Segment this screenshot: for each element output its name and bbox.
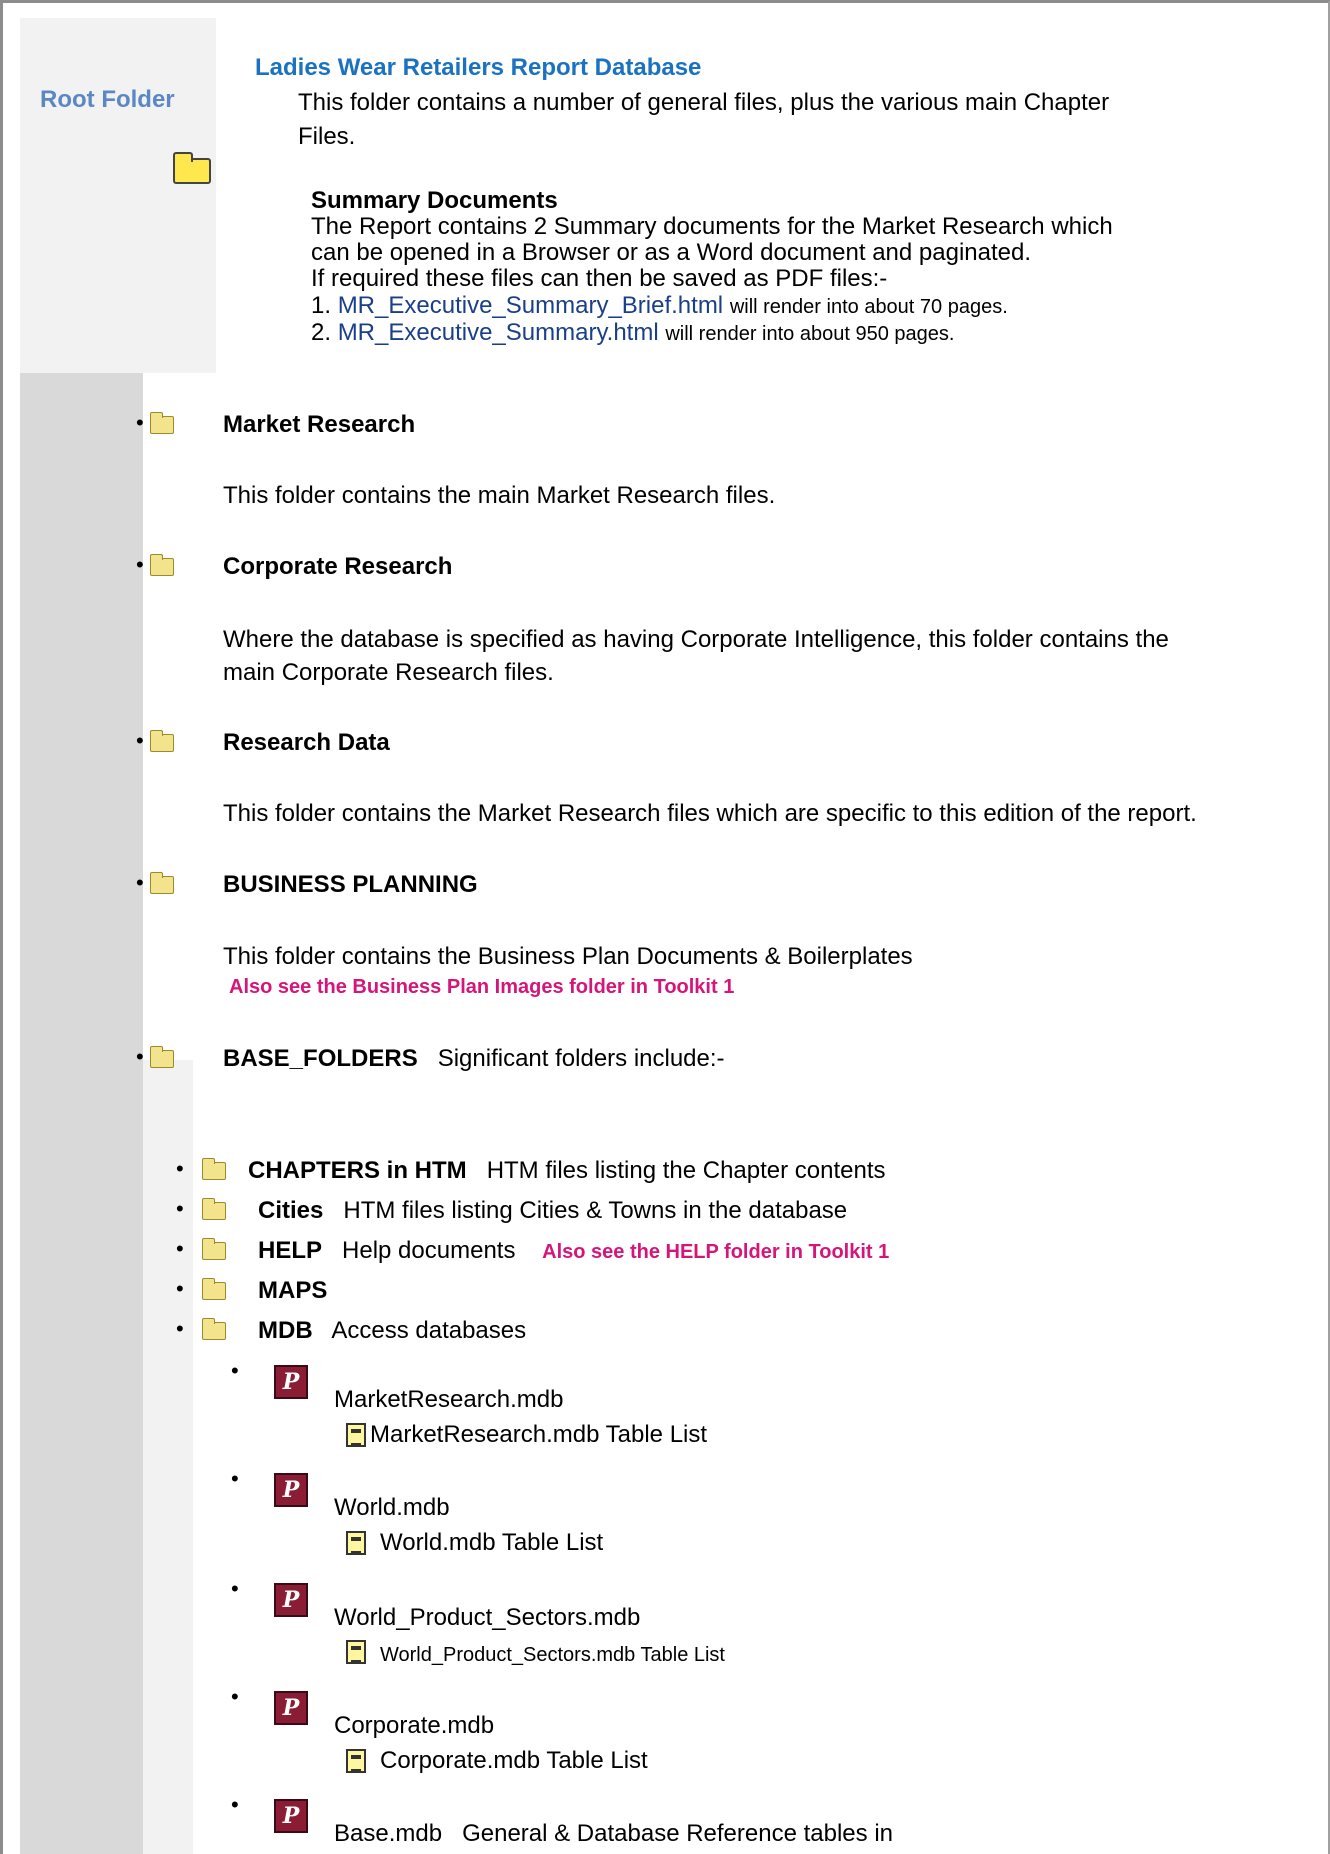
- summary-doc2: 2. MR_Executive_Summary.html will render…: [311, 316, 954, 351]
- table-list-icon: [346, 1749, 366, 1773]
- folder-icon[interactable]: [150, 1046, 174, 1068]
- folder-icon[interactable]: [202, 1198, 226, 1220]
- access-database-icon[interactable]: P: [274, 1799, 308, 1833]
- access-database-icon[interactable]: P: [274, 1691, 308, 1725]
- subfolder-cities-desc: HTM files listing Cities & Towns in the …: [343, 1197, 848, 1224]
- access-database-icon[interactable]: P: [274, 1365, 308, 1399]
- table-list-icon: [346, 1531, 366, 1555]
- bullet: •: [231, 1358, 239, 1383]
- db-world-file[interactable]: World.mdb: [334, 1491, 450, 1525]
- root-desc-line2: Files.: [298, 123, 356, 150]
- folder-research-data-desc: This folder contains the Market Research…: [223, 800, 1197, 827]
- bullet: •: [136, 410, 144, 435]
- subfolder-help-desc: Help documents: [342, 1237, 516, 1264]
- bullet: •: [231, 1792, 239, 1817]
- db-sectors-table-list[interactable]: World_Product_Sectors.mdb Table List: [380, 1640, 725, 1670]
- access-database-icon[interactable]: P: [274, 1583, 308, 1617]
- bullet: •: [231, 1576, 239, 1601]
- root-folder-panel: [20, 18, 216, 373]
- access-database-icon[interactable]: P: [274, 1473, 308, 1507]
- folder-corporate-desc1: Where the database is specified as havin…: [223, 626, 1169, 653]
- db-corporate-table-list[interactable]: Corporate.mdb Table List: [380, 1744, 648, 1778]
- root-desc-line1: This folder contains a number of general…: [298, 89, 1110, 116]
- folder-icon[interactable]: [202, 1278, 226, 1300]
- folder-icon[interactable]: [150, 730, 174, 752]
- doc1-note: will render into about 70 pages.: [729, 296, 1008, 318]
- doc2-note: will render into about 950 pages.: [665, 323, 955, 345]
- bullet: •: [136, 1044, 144, 1069]
- bullet: •: [176, 1156, 184, 1181]
- folder-business-desc: This folder contains the Business Plan D…: [223, 943, 913, 970]
- help-folder-note: Also see the HELP folder in Toolkit 1: [542, 1241, 890, 1263]
- doc1-link[interactable]: MR_Executive_Summary_Brief.html: [338, 292, 723, 319]
- folder-icon[interactable]: [202, 1238, 226, 1260]
- folder-corporate-research[interactable]: Corporate Research: [223, 550, 452, 584]
- bullet: •: [136, 552, 144, 577]
- subfolder-help: HELP Help documents Also see the HELP fo…: [258, 1234, 889, 1269]
- folder-base-name[interactable]: BASE_FOLDERS: [223, 1045, 418, 1072]
- subfolder-chapters: CHAPTERS in HTM HTM files listing the Ch…: [248, 1154, 886, 1188]
- bullet: •: [231, 1466, 239, 1491]
- table-list-icon: [346, 1640, 366, 1664]
- folder-market-research[interactable]: Market Research: [223, 408, 415, 442]
- db-base: Base.mdb General & Database Reference ta…: [334, 1817, 893, 1851]
- db-marketresearch-file[interactable]: MarketResearch.mdb: [334, 1383, 563, 1417]
- subfolder-chapters-name[interactable]: CHAPTERS in HTM: [248, 1157, 467, 1184]
- subfolder-mdb: MDB Access databases: [258, 1314, 526, 1348]
- folder-icon[interactable]: [202, 1158, 226, 1180]
- subfolder-help-name[interactable]: HELP: [258, 1237, 322, 1264]
- bullet: •: [176, 1316, 184, 1341]
- subfolder-cities-name[interactable]: Cities: [258, 1197, 323, 1224]
- tree-indent-bar-inner: [143, 1060, 193, 1854]
- bullet: •: [176, 1236, 184, 1261]
- bullet: •: [231, 1684, 239, 1709]
- folder-market-desc: This folder contains the main Market Res…: [223, 482, 776, 509]
- db-corporate-file[interactable]: Corporate.mdb: [334, 1709, 494, 1743]
- folder-base-folders: BASE_FOLDERS Significant folders include…: [223, 1042, 725, 1076]
- folder-icon[interactable]: [150, 412, 174, 434]
- bullet: •: [176, 1196, 184, 1221]
- root-folder-label: Root Folder: [40, 86, 175, 113]
- subfolder-cities: Cities HTM files listing Cities & Towns …: [258, 1194, 847, 1228]
- folder-business-planning[interactable]: BUSINESS PLANNING: [223, 868, 478, 902]
- tree-indent-bar: [20, 373, 143, 1854]
- db-world-table-list[interactable]: World.mdb Table List: [380, 1526, 603, 1560]
- db-base-file[interactable]: Base.mdb: [334, 1820, 442, 1847]
- doc2-number: 2.: [311, 319, 332, 346]
- database-title: Ladies Wear Retailers Report Database: [255, 54, 702, 81]
- subfolder-mdb-desc: Access databases: [331, 1317, 527, 1344]
- subfolder-mdb-name[interactable]: MDB: [258, 1317, 313, 1344]
- folder-icon[interactable]: [150, 872, 174, 894]
- folder-corporate-desc2: main Corporate Research files.: [223, 659, 554, 686]
- bullet: •: [176, 1276, 184, 1301]
- db-marketresearch-table-list[interactable]: MarketResearch.mdb Table List: [370, 1418, 707, 1452]
- db-base-desc: General & Database Reference tables in: [462, 1820, 893, 1847]
- root-folder-icon[interactable]: [173, 152, 211, 184]
- subfolder-maps[interactable]: MAPS: [258, 1274, 327, 1308]
- doc2-link[interactable]: MR_Executive_Summary.html: [338, 319, 659, 346]
- folder-icon[interactable]: [202, 1318, 226, 1340]
- subfolder-chapters-desc: HTM files listing the Chapter contents: [486, 1157, 886, 1184]
- folder-base-desc: Significant folders include:-: [437, 1045, 725, 1072]
- folder-research-data[interactable]: Research Data: [223, 726, 390, 760]
- db-sectors-file[interactable]: World_Product_Sectors.mdb: [334, 1601, 640, 1635]
- business-plan-images-note: Also see the Business Plan Images folder…: [229, 976, 735, 998]
- doc1-number: 1.: [311, 292, 332, 319]
- table-list-icon: [346, 1423, 366, 1447]
- bullet: •: [136, 728, 144, 753]
- bullet: •: [136, 870, 144, 895]
- folder-icon[interactable]: [150, 554, 174, 576]
